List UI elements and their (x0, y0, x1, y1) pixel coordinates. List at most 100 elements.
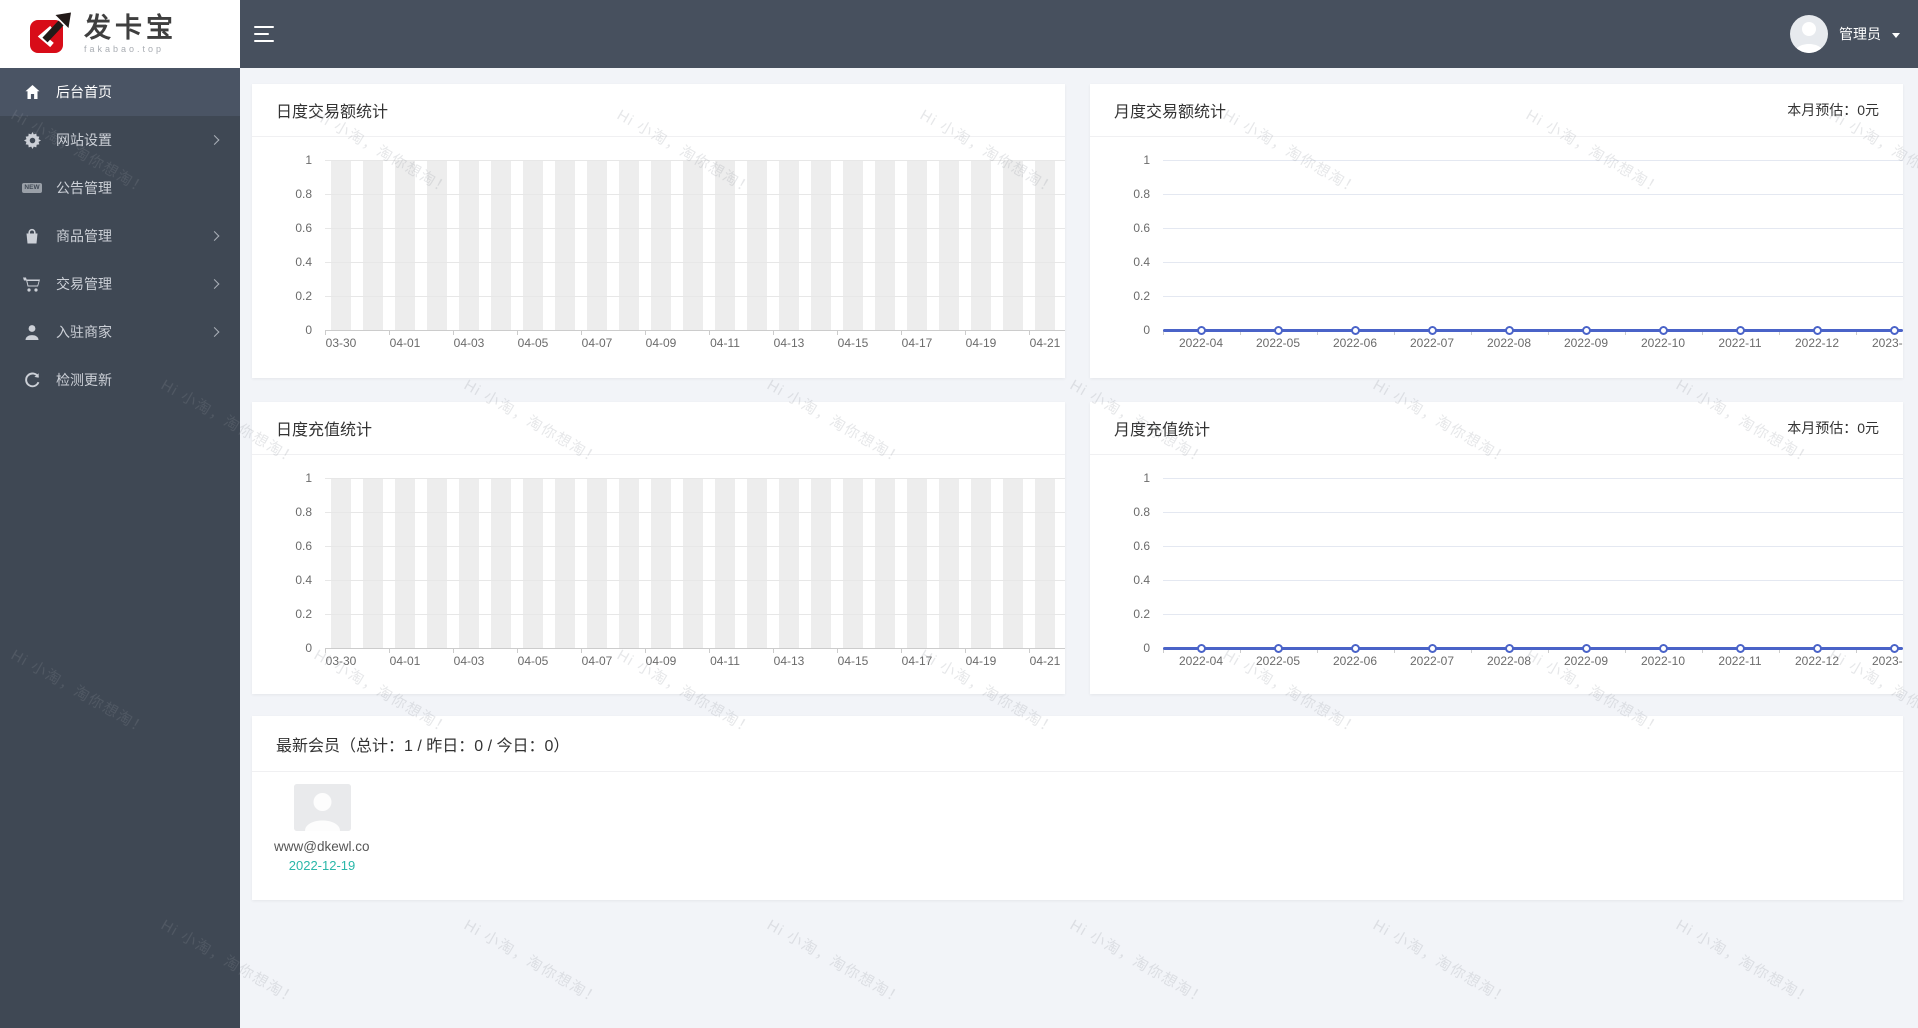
x-axis-label: 2022-05 (1255, 654, 1301, 668)
data-point (1581, 325, 1591, 335)
y-axis-label: 0.8 (1133, 505, 1150, 519)
chevron-right-icon (209, 135, 220, 145)
data-point (1427, 325, 1437, 335)
x-axis-label: 04-11 (710, 336, 740, 350)
gridline (325, 228, 1065, 229)
y-axis-label: 0 (305, 641, 312, 655)
y-axis-label: 1 (305, 153, 312, 167)
member-register-date: 2022-12-19 (288, 858, 356, 873)
user-name-label: 管理员 (1839, 26, 1881, 42)
y-axis-label: 0.4 (295, 255, 312, 269)
x-axis-label: 2022-10 (1640, 654, 1686, 668)
member-card[interactable]: www@dkewl.com 2022-12-19 (274, 784, 370, 873)
sidebar-item-transactions[interactable]: 交易管理 (0, 260, 240, 308)
data-point (1889, 325, 1899, 335)
x-axis-label: 04-19 (965, 654, 997, 668)
y-axis-label: 0.6 (1133, 539, 1150, 553)
merchant-icon (23, 323, 41, 341)
x-axis-label: 04-05 (517, 654, 549, 668)
gridline (1163, 478, 1903, 479)
x-axis-ticks (325, 648, 1065, 653)
y-axis-label: 1 (1143, 471, 1150, 485)
x-axis-label: 2022-09 (1563, 654, 1609, 668)
chart-daily-trade: 0 0.2 0.4 0.6 0.8 1 03-30 04-01 04-03 04-05 04-07 0… (252, 138, 1065, 378)
sidebar-item-label: 检测更新 (56, 372, 112, 388)
x-axis-label: 04-09 (645, 336, 677, 350)
brand-title: 发卡宝 (84, 13, 177, 43)
panel-title-monthly-recharge: 月度充值统计 (1114, 422, 1211, 439)
gridline (1163, 614, 1903, 615)
panel-title-daily-trade: 日度交易额统计 (276, 104, 389, 121)
top-header: 管理员 (240, 0, 1918, 68)
watermark-text: Hi 小淘，淘你想淘！ (764, 916, 907, 1009)
gridline (325, 512, 1065, 513)
panel-title-latest-members: 最新会员（总计：1 / 昨日：0 / 今日：0） (276, 737, 570, 755)
data-point (1273, 643, 1283, 653)
data-point (1196, 643, 1206, 653)
panel-daily-recharge: 日度充值统计 0 0.2 0.4 0.6 0.8 1 03-30 04-01 04-03 04-0… (252, 402, 1065, 694)
x-axis-label: 04-13 (773, 654, 805, 668)
y-axis-label: 0.6 (295, 539, 312, 553)
data-point (1427, 643, 1437, 653)
gridline (325, 160, 1065, 161)
app-logo[interactable]: 发卡宝 fakabao.top (0, 0, 240, 68)
sidebar-item-label: 商品管理 (56, 228, 112, 244)
data-point (1196, 325, 1206, 335)
x-axis-label: 2023-01 (1871, 654, 1903, 668)
gear-icon (23, 131, 41, 149)
data-point (1504, 325, 1514, 335)
data-point (1658, 643, 1668, 653)
monthly-trade-estimate: 本月预估：0元 (1787, 102, 1879, 118)
gridline (325, 580, 1065, 581)
cart-icon (23, 275, 41, 293)
chart-daily-recharge: 0 0.2 0.4 0.6 0.8 1 03-30 04-01 04-03 04-05 04-07 0… (252, 456, 1065, 694)
watermark-text: Hi 小淘，淘你想淘！ (1673, 916, 1816, 1009)
data-point (1889, 643, 1899, 653)
gridline (325, 262, 1065, 263)
chart-monthly-trade: 0 0.2 0.4 0.6 0.8 1 2022-04 2022-05 2022-06 2022-… (1090, 138, 1903, 378)
x-axis-label: 2022-11 (1718, 336, 1762, 350)
x-axis-label: 2022-05 (1255, 336, 1301, 350)
home-icon (23, 83, 41, 101)
gridline (325, 296, 1065, 297)
data-point (1812, 643, 1822, 653)
chevron-down-icon (1892, 32, 1900, 38)
panel-monthly-recharge: 月度充值统计 本月预估：0元 0 0.2 0.4 0.6 0.8 1 2022-04 2022… (1090, 402, 1903, 694)
watermark-text: Hi 小淘，淘你想淘！ (461, 916, 604, 1009)
x-axis-label: 2022-11 (1718, 654, 1762, 668)
data-point (1350, 325, 1360, 335)
sidebar-item-merchants[interactable]: 入驻商家 (0, 308, 240, 356)
x-axis-label: 2022-12 (1794, 654, 1840, 668)
gridline (1163, 160, 1903, 161)
brand-subtitle: fakabao.top (84, 44, 165, 54)
x-axis-label: 2022-08 (1486, 654, 1532, 668)
x-axis-label: 04-01 (389, 336, 421, 350)
x-axis-label: 04-09 (645, 654, 677, 668)
x-axis-label: 2022-06 (1332, 336, 1378, 350)
sidebar-item-products[interactable]: 商品管理 (0, 212, 240, 260)
sidebar-toggle-button[interactable] (254, 16, 290, 52)
watermark-text: Hi 小淘，淘你想淘！ (1067, 916, 1210, 1009)
watermark-text: Hi 小淘，淘你想淘！ (1370, 916, 1513, 1009)
panel-daily-trade: 日度交易额统计 0 0.2 0.4 0.6 0.8 1 03-30 04-01 04-03 04-… (252, 84, 1065, 378)
data-point (1581, 643, 1591, 653)
data-point (1350, 643, 1360, 653)
x-axis-label: 2022-04 (1178, 336, 1224, 350)
sidebar-item-check-update[interactable]: 检测更新 (0, 356, 240, 404)
sidebar-item-home[interactable]: 后台首页 (0, 68, 240, 116)
x-axis-label: 2022-04 (1178, 654, 1224, 668)
y-axis-label: 0.6 (1133, 221, 1150, 235)
chevron-right-icon (209, 327, 220, 337)
monthly-recharge-estimate: 本月预估：0元 (1787, 420, 1879, 436)
x-axis-label: 04-05 (517, 336, 549, 350)
y-axis-label: 0.4 (1133, 255, 1150, 269)
day-band-background (325, 478, 1065, 648)
sidebar-item-site-settings[interactable]: 网站设置 (0, 116, 240, 164)
sidebar-item-label: 后台首页 (56, 84, 112, 100)
user-menu[interactable]: 管理员 (1790, 0, 1900, 68)
gridline (1163, 228, 1903, 229)
x-axis-label: 04-07 (581, 336, 613, 350)
sidebar-item-announcements[interactable]: NEW 公告管理 (0, 164, 240, 212)
update-icon (23, 371, 41, 389)
y-axis-label: 0 (1143, 323, 1150, 337)
